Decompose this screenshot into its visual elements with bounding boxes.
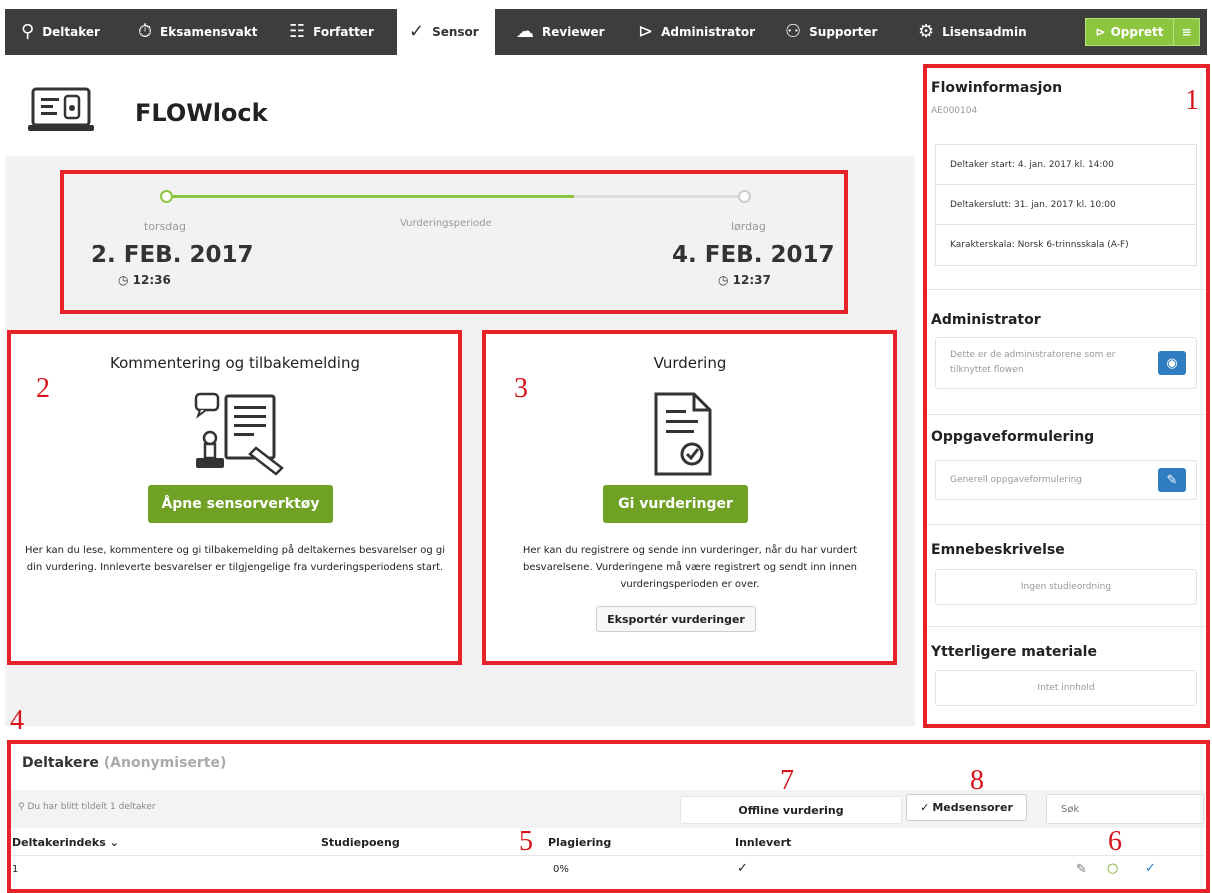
highlight-box <box>7 740 1210 893</box>
create-main[interactable]: ⊳ Opprett <box>1086 19 1173 45</box>
tab-administrator[interactable]: ⊳ Administrator <box>638 9 755 55</box>
tab-deltaker[interactable]: ⚲ Deltaker <box>21 9 100 55</box>
top-navigation: ⚲ Deltaker ⏱ Eksamensvakt ☷ Forfatter ✓ Sens… <box>0 0 1212 64</box>
highlight-box <box>7 330 462 665</box>
tab-eksamensvakt[interactable]: ⏱ Eksamensvakt <box>138 9 257 55</box>
highlight-box <box>923 64 1210 728</box>
marker-3: 3 <box>514 373 528 404</box>
gear-person-icon: ⚙ <box>918 21 935 42</box>
marker-5: 5 <box>519 826 533 857</box>
tab-lisensadmin[interactable]: ⚙ Lisensadmin <box>918 9 1027 55</box>
tab-supporter[interactable]: ⚇ Supporter <box>785 9 877 55</box>
tab-forfatter[interactable]: ☷ Forfatter <box>289 9 374 55</box>
flow-icon: ⊳ <box>638 21 654 42</box>
role-tab-bar: ⚲ Deltaker ⏱ Eksamensvakt ☷ Forfatter ✓ Sens… <box>5 9 1207 55</box>
marker-6: 6 <box>1108 826 1122 857</box>
page-title: FLOWlock <box>135 99 268 127</box>
highlight-box <box>60 170 848 314</box>
highlight-box <box>482 330 897 665</box>
flow-plus-icon: ⊳ <box>1095 25 1106 39</box>
marker-7: 7 <box>780 765 794 796</box>
person-icon: ⚲ <box>21 21 35 42</box>
create-button[interactable]: ⊳ Opprett ≡ <box>1085 18 1200 46</box>
marker-8: 8 <box>970 765 984 796</box>
people-icon: ⚇ <box>785 21 802 42</box>
stopwatch-icon: ⏱ <box>138 21 153 42</box>
list-icon: ☷ <box>289 21 306 42</box>
marker-4: 4 <box>10 705 24 736</box>
tab-reviewer[interactable]: ☁ Reviewer <box>516 9 605 55</box>
marker-1: 1 <box>1185 85 1199 116</box>
laptop-lock-icon <box>28 87 94 131</box>
flow-header: FLOWlock <box>5 64 915 156</box>
marker-2: 2 <box>36 373 50 404</box>
speech-check-icon: ✓ <box>409 21 425 42</box>
tab-sensor[interactable]: ✓ Sensor <box>397 9 495 55</box>
create-menu-button[interactable]: ≡ <box>1173 19 1199 45</box>
hamburger-icon: ≡ <box>1181 25 1192 39</box>
speech-bubbles-icon: ☁ <box>516 21 534 42</box>
